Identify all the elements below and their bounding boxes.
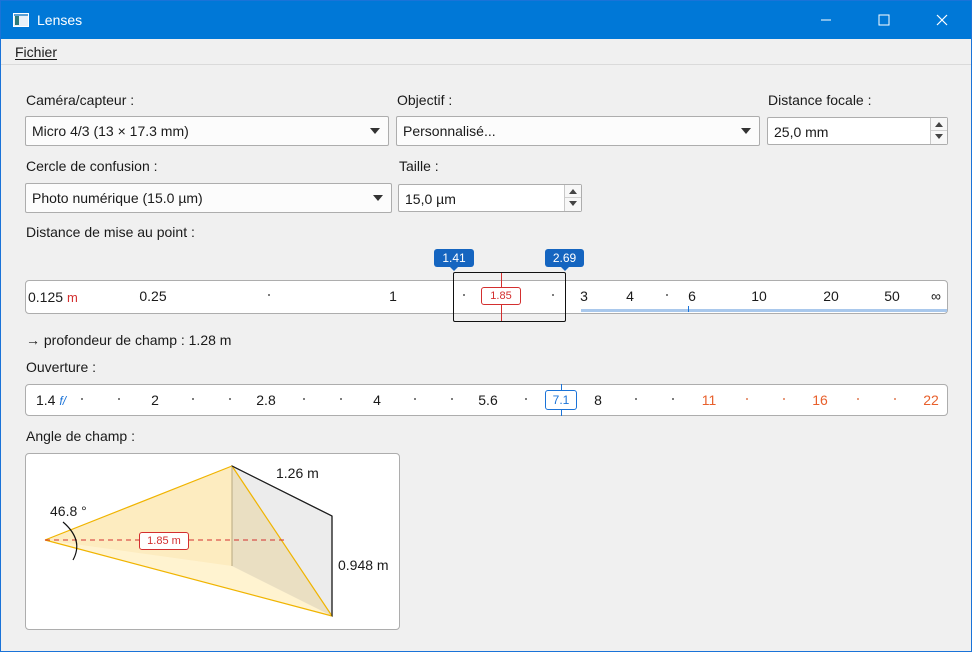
focus-unit: m [66, 290, 78, 305]
lens-select[interactable]: Personnalisé... [396, 116, 760, 146]
aperture-tick: 2.8 [256, 392, 276, 408]
camera-label: Caméra/capteur : [26, 92, 135, 108]
aperture-minor-tick [672, 398, 674, 400]
aperture-min-value: 1.4 [36, 392, 56, 408]
aperture-minor-tick [894, 398, 896, 400]
aperture-minor-tick [192, 398, 194, 400]
aperture-minor-tick [81, 398, 83, 400]
fov-label: Angle de champ : [26, 428, 135, 444]
aperture-tick-warning: 11 [701, 392, 717, 408]
focus-tick: 4 [626, 288, 634, 304]
aperture-minor-tick [451, 398, 453, 400]
size-increment-button[interactable] [565, 185, 581, 198]
focus-tick: 10 [751, 288, 767, 304]
near-limit-marker: 1.41 [434, 249, 474, 271]
hyperfocal-range-bar [581, 309, 947, 312]
aperture-tick: 4 [373, 392, 381, 408]
focus-label: Distance de mise au point : [26, 224, 195, 240]
aperture-minor-tick [303, 398, 305, 400]
aperture-scale-min: 1.4 f/ [36, 392, 66, 408]
menu-file[interactable]: Fichier [15, 44, 57, 60]
maximize-icon [878, 14, 890, 26]
coc-select[interactable]: Photo numérique (15.0 µm) [25, 183, 392, 213]
fov-diagram: 46.8 ° 1.26 m 0.948 m 1.85 m [25, 453, 400, 630]
close-button[interactable] [913, 1, 971, 39]
aperture-tick: 5.6 [478, 392, 498, 408]
focus-tick: 1 [389, 288, 397, 304]
title-bar[interactable]: Lenses [1, 1, 971, 39]
aperture-tick: 8 [594, 392, 602, 408]
aperture-minor-tick [229, 398, 231, 400]
chevron-down-icon [370, 128, 380, 134]
focal-decrement-button[interactable] [931, 131, 947, 144]
minimize-icon [821, 19, 831, 21]
focal-stepper [930, 118, 947, 144]
fov-diagram-svg [44, 465, 333, 617]
close-icon [936, 14, 948, 26]
chevron-down-icon [373, 195, 383, 201]
focus-tick: 0.25 [139, 288, 167, 304]
aperture-tick: 2 [151, 392, 159, 408]
fov-width-value: 1.26 m [276, 465, 319, 481]
coc-label: Cercle de confusion : [26, 158, 158, 174]
fov-distance-tag: 1.85 m [139, 532, 189, 550]
fov-height-value: 0.948 m [338, 557, 389, 573]
camera-select-value: Micro 4/3 (13 × 17.3 mm) [32, 123, 189, 139]
menu-file-label: Fichier [15, 44, 58, 60]
focus-tick: 3 [580, 288, 588, 304]
chevron-down-icon [741, 128, 751, 134]
coc-select-value: Photo numérique (15.0 µm) [32, 190, 203, 206]
app-window: Lenses Fichier Caméra/capteur : Micro 4/… [0, 0, 972, 652]
aperture-minor-tick [857, 398, 859, 400]
focal-increment-button[interactable] [931, 118, 947, 131]
size-decrement-button[interactable] [565, 198, 581, 211]
app-icon [13, 13, 29, 27]
aperture-minor-tick [525, 398, 527, 400]
size-stepper [564, 185, 581, 211]
focus-minor-tick [268, 294, 270, 296]
focus-tick: 50 [884, 288, 900, 304]
aperture-scale[interactable]: 1.4 f/ 2 2.8 4 5.6 8 11 16 22 [25, 384, 948, 416]
fov-angle-value: 46.8 ° [50, 503, 87, 519]
camera-select[interactable]: Micro 4/3 (13 × 17.3 mm) [25, 116, 389, 146]
focal-spinbox[interactable]: 25,0 mm [767, 117, 948, 145]
window-title: Lenses [37, 12, 83, 28]
focal-value: 25,0 mm [774, 124, 829, 140]
size-spinbox[interactable]: 15,0 µm [398, 184, 582, 212]
focus-minor-tick [666, 294, 668, 296]
aperture-minor-tick [746, 398, 748, 400]
size-value: 15,0 µm [405, 191, 456, 207]
focus-tick: 6 [688, 288, 696, 304]
aperture-label: Ouverture : [26, 359, 97, 375]
infinity-tick: ∞ [931, 288, 941, 304]
aperture-minor-tick [340, 398, 342, 400]
aperture-handle[interactable]: 7.1 [545, 390, 577, 410]
focal-label: Distance focale : [768, 92, 872, 108]
aperture-minor-tick [118, 398, 120, 400]
aperture-minor-tick [783, 398, 785, 400]
focus-position-handle[interactable]: 1.85 [481, 287, 521, 305]
aperture-minor-tick [635, 398, 637, 400]
lens-select-value: Personnalisé... [403, 123, 496, 139]
aperture-tick-warning: 16 [812, 392, 828, 408]
aperture-tick-warning: 22 [923, 392, 939, 408]
size-label: Taille : [399, 158, 439, 174]
dof-result: → profondeur de champ : 1.28 m [26, 332, 232, 348]
far-limit-marker: 2.69 [545, 249, 584, 271]
aperture-prefix: f/ [59, 394, 67, 408]
lens-label: Objectif : [397, 92, 453, 108]
maximize-button[interactable] [855, 1, 913, 39]
focus-scale-min: 0.125 m [28, 289, 78, 305]
focus-min-value: 0.125 [28, 289, 64, 305]
focus-tick: 20 [823, 288, 839, 304]
minimize-button[interactable] [797, 1, 855, 39]
aperture-minor-tick [414, 398, 416, 400]
hyperfocal-marker [688, 306, 689, 312]
menu-bar: Fichier [1, 39, 971, 65]
